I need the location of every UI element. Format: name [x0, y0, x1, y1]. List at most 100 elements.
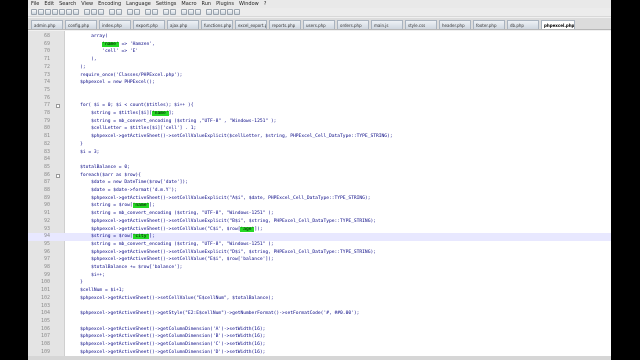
toolbar-separator: [159, 9, 162, 15]
code-line[interactable]: 103: [28, 303, 611, 311]
tab-file[interactable]: admin.php: [31, 20, 63, 29]
code-line[interactable]: 69 'name' => 'Hamzen',: [28, 41, 611, 49]
tab-file[interactable]: main.js: [371, 20, 403, 29]
menu-item[interactable]: Settings: [156, 0, 177, 8]
code-line[interactable]: 91 $string = mb_convert_encoding ($strin…: [28, 210, 611, 218]
sync-v-icon[interactable]: [163, 9, 169, 15]
menu-item[interactable]: Window: [239, 0, 259, 8]
code-line[interactable]: 81 $phpexcel->getActiveSheet()->setCellV…: [28, 133, 611, 141]
copy-icon[interactable]: [91, 9, 97, 15]
menu-item[interactable]: View: [81, 0, 93, 8]
code-line[interactable]: 68 array(: [28, 33, 611, 41]
redo-icon[interactable]: [116, 9, 122, 15]
tab-file[interactable]: orders.php: [337, 20, 369, 29]
macro-play-icon[interactable]: [220, 9, 226, 15]
code-line[interactable]: 104 $phpexcel->getActiveSheet()->getStyl…: [28, 310, 611, 318]
zoom-out-icon[interactable]: [152, 9, 158, 15]
code-line[interactable]: 97 $phpexcel->getActiveSheet()->setCellV…: [28, 256, 611, 264]
code-line[interactable]: 85 $totalBalance = 0;: [28, 164, 611, 172]
sync-h-icon[interactable]: [170, 9, 176, 15]
tab-file[interactable]: ajax.php: [167, 20, 199, 29]
tab-file[interactable]: export.php: [133, 20, 165, 29]
code-line[interactable]: 90 $string = $row['name'];: [28, 202, 611, 210]
macro-run-icon[interactable]: [227, 9, 233, 15]
menu-item[interactable]: Run: [202, 0, 212, 8]
paste-icon[interactable]: [98, 9, 104, 15]
macro-stop-icon[interactable]: [213, 9, 219, 15]
tab-file[interactable]: users.php: [303, 20, 335, 29]
close-all-icon[interactable]: [66, 9, 72, 15]
tab-file[interactable]: functions.php: [201, 20, 233, 29]
indent-guide-icon[interactable]: [195, 9, 201, 15]
tab-file[interactable]: excel_export.php: [235, 20, 267, 29]
save-icon[interactable]: [45, 9, 51, 15]
menu-item[interactable]: Language: [126, 0, 151, 8]
fold-toggle-icon[interactable]: [56, 104, 60, 109]
code-line[interactable]: 78 $string = $titles[$i]['name'];: [28, 110, 611, 118]
code-line[interactable]: 89 $phpexcel->getActiveSheet()->setCellV…: [28, 195, 611, 203]
undo-icon[interactable]: [109, 9, 115, 15]
code-line[interactable]: 79 $string = mb_convert_encoding ($strin…: [28, 118, 611, 126]
tab-file[interactable]: header.php: [439, 20, 471, 29]
code-line[interactable]: 72 );: [28, 64, 611, 72]
code-line[interactable]: 107 $phpexcel->getActiveSheet()->getColu…: [28, 333, 611, 341]
wrap-icon[interactable]: [181, 9, 187, 15]
zoom-in-icon[interactable]: [145, 9, 151, 15]
open-file-icon[interactable]: [38, 9, 44, 15]
code-line[interactable]: 71 ),: [28, 56, 611, 64]
macro-save-icon[interactable]: [234, 9, 240, 15]
menu-item[interactable]: File: [31, 0, 39, 8]
menu-item[interactable]: Encoding: [98, 0, 121, 8]
code-line[interactable]: 108 $phpexcel->getActiveSheet()->getColu…: [28, 341, 611, 349]
print-icon[interactable]: [73, 9, 79, 15]
save-all-icon[interactable]: [52, 9, 58, 15]
tab-file[interactable]: index.php: [99, 20, 131, 29]
cut-icon[interactable]: [84, 9, 90, 15]
close-icon[interactable]: [59, 9, 65, 15]
code-line[interactable]: 94 $string = $row['city'];: [28, 233, 611, 241]
code-line[interactable]: 80 $cellLetter = $titles[$i]['cell'] . 1…: [28, 125, 611, 133]
code-line[interactable]: 92 $phpexcel->getActiveSheet()->setCellV…: [28, 218, 611, 226]
menu-item[interactable]: Edit: [44, 0, 54, 8]
code-line[interactable]: 95 $string = mb_convert_encoding ($strin…: [28, 241, 611, 249]
all-chars-icon[interactable]: [188, 9, 194, 15]
code-line[interactable]: 101 $cellNum = $i+1;: [28, 287, 611, 295]
tab-file[interactable]: config.php: [65, 20, 97, 29]
code-line[interactable]: 106 $phpexcel->getActiveSheet()->getColu…: [28, 326, 611, 334]
code-line[interactable]: 100 }: [28, 279, 611, 287]
tab-file[interactable]: reports.php: [269, 20, 301, 29]
code-line[interactable]: 86 foreach($arr as $row){: [28, 172, 611, 180]
code-line[interactable]: 93 $phpexcel->getActiveSheet()->setCellV…: [28, 226, 611, 234]
replace-icon[interactable]: [134, 9, 140, 15]
code-line[interactable]: 105: [28, 318, 611, 326]
code-line[interactable]: 73 require_once('Classes/PHPExcel.php');: [28, 72, 611, 80]
code-editor[interactable]: 68 array(69 'name' => 'Hamzen', 70 'cell'…: [28, 31, 611, 360]
find-icon[interactable]: [127, 9, 133, 15]
code-line[interactable]: 88 $date = $date->format('d.m.Y');: [28, 187, 611, 195]
tab-file[interactable]: style.css: [405, 20, 437, 29]
code-line[interactable]: 76: [28, 95, 611, 103]
code-line[interactable]: 77 for( $i = 0; $i < count($titles); $i+…: [28, 102, 611, 110]
tab-active-file[interactable]: phpexcel.php: [541, 20, 575, 29]
code-line[interactable]: 70 'cell' => 'E': [28, 48, 611, 56]
menu-item[interactable]: Macro: [181, 0, 196, 8]
code-line[interactable]: 83 $i = 3;: [28, 149, 611, 157]
code-line[interactable]: 98 $totalBalance += $row['balance'];: [28, 264, 611, 272]
tab-file[interactable]: db.php: [507, 20, 539, 29]
code-line[interactable]: 102 $phpexcel->getActiveSheet()->setCell…: [28, 295, 611, 303]
line-number: 79: [43, 117, 50, 124]
menu-item[interactable]: Plugins: [216, 0, 234, 8]
tab-file[interactable]: footer.php: [473, 20, 505, 29]
macro-record-icon[interactable]: [206, 9, 212, 15]
code-line[interactable]: 99 $i++;: [28, 272, 611, 280]
menu-item[interactable]: ?: [264, 0, 267, 8]
code-line[interactable]: 82 }: [28, 141, 611, 149]
menu-item[interactable]: Search: [59, 0, 76, 8]
fold-toggle-icon[interactable]: [56, 173, 60, 178]
code-line[interactable]: 87 $date = new DateTime($row['date']);: [28, 179, 611, 187]
code-line[interactable]: 96 $phpexcel->getActiveSheet()->setCellV…: [28, 249, 611, 257]
code-line[interactable]: 84: [28, 156, 611, 164]
code-line[interactable]: 74 $phpexcel = new PHPExcel();: [28, 79, 611, 87]
new-file-icon[interactable]: [31, 9, 37, 15]
code-line[interactable]: 75: [28, 87, 611, 95]
